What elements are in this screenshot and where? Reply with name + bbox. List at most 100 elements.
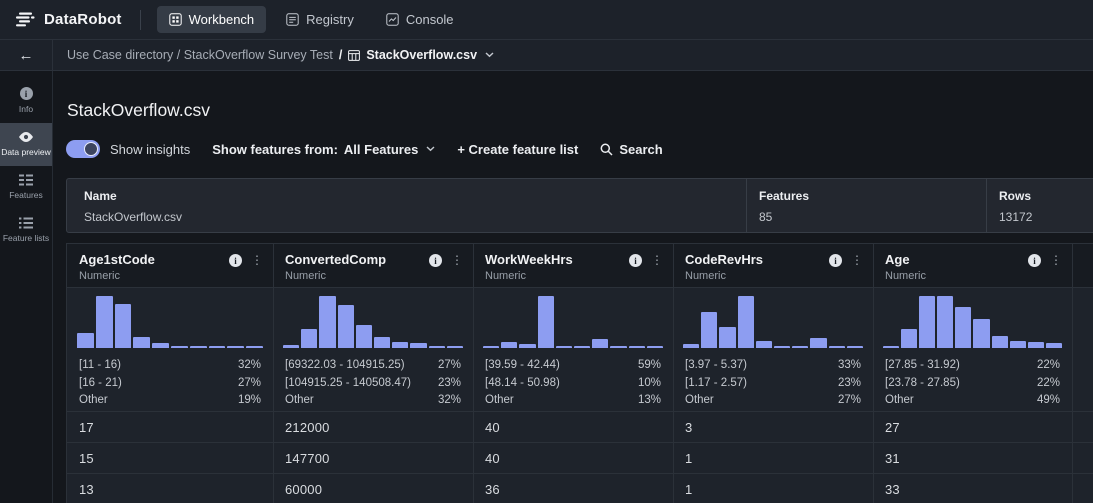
kebab-menu-icon[interactable]: ⋮: [251, 254, 263, 267]
breadcrumb-current-dataset[interactable]: StackOverflow.csv: [348, 48, 494, 62]
breadcrumb-path[interactable]: Use Case directory / StackOverflow Surve…: [67, 48, 333, 62]
stat-pct: 27%: [238, 377, 261, 389]
data-preview-grid: Age1stCode Numeric i ⋮ ConvertedComp Num…: [66, 243, 1093, 503]
create-feature-list-button[interactable]: + Create feature list: [457, 142, 578, 157]
nav-item-workbench[interactable]: Workbench: [157, 6, 267, 33]
info-icon[interactable]: i: [829, 254, 842, 267]
column-stats: [69322.03 - 104915.25)27% [104915.25 - 1…: [273, 352, 473, 412]
cell: 36: [473, 474, 673, 503]
stat-pct: 33%: [838, 359, 861, 371]
histogram-convertedcomp: [283, 296, 463, 348]
stat-pct: 22%: [1037, 359, 1060, 371]
sidebar-item-features[interactable]: Features: [0, 166, 52, 209]
table-row: 15 147700 40 1 31: [67, 443, 1093, 474]
summary-features-value: 85: [759, 210, 809, 224]
info-icon[interactable]: i: [429, 254, 442, 267]
console-icon: [386, 13, 399, 26]
info-icon[interactable]: i: [1028, 254, 1041, 267]
histogram-age: [883, 296, 1062, 348]
stats-band: [11 - 16)32% [16 - 21)27% Other19% [6932…: [67, 352, 1093, 412]
show-insights-toggle[interactable]: [66, 140, 100, 158]
sidebar-item-label: Data preview: [1, 147, 51, 157]
back-button[interactable]: ←: [0, 40, 53, 70]
table-row: 17 212000 40 3 27: [67, 412, 1093, 443]
registry-icon: [286, 13, 299, 26]
cell: 17: [67, 412, 273, 443]
stat-range: Other: [79, 394, 108, 406]
search-label: Search: [619, 142, 662, 157]
stat-range: [48.14 - 50.98): [485, 377, 560, 389]
workbench-icon: [169, 13, 182, 26]
nav-item-console[interactable]: Console: [374, 6, 466, 33]
stat-pct: 23%: [838, 377, 861, 389]
sidebar-item-label: Feature lists: [3, 233, 49, 243]
breadcrumb-current-label: StackOverflow.csv: [366, 48, 477, 62]
datarobot-logo[interactable]: DataRobot: [16, 11, 122, 28]
column-type: Numeric: [485, 270, 573, 282]
summary-features: Features 85: [759, 189, 809, 224]
cell: 33: [873, 474, 1072, 503]
stat-pct: 49%: [1037, 394, 1060, 406]
stat-pct: 13%: [638, 394, 661, 406]
column-stats: [39.59 - 42.44) 59% [48.14 - 50.98) 10% Ot…: [473, 352, 673, 412]
summary-rows-label: Rows: [999, 189, 1032, 203]
table-row: 13 60000 36 1 33: [67, 474, 1093, 503]
breadcrumb-bar: ← Use Case directory / StackOverflow Sur…: [0, 40, 1093, 71]
summary-name: Name StackOverflow.csv: [84, 189, 182, 224]
column-divider: [673, 244, 674, 503]
sidebar-item-label: Info: [19, 104, 33, 114]
cell: 60000: [273, 474, 473, 503]
kebab-menu-icon[interactable]: ⋮: [451, 254, 463, 267]
column-header-convertedcomp: ConvertedComp Numeric i ⋮: [273, 244, 473, 288]
nav-item-label: Workbench: [189, 12, 255, 27]
show-insights-group: Show insights: [66, 140, 190, 158]
cell: 1: [673, 474, 873, 503]
stat-pct: 32%: [438, 394, 461, 406]
stat-range: Other: [485, 394, 514, 406]
nav-item-registry[interactable]: Registry: [274, 6, 366, 33]
stat-pct: 59%: [638, 359, 661, 371]
cell: 1: [673, 443, 873, 474]
kebab-menu-icon[interactable]: ⋮: [1050, 254, 1062, 267]
kebab-menu-icon[interactable]: ⋮: [651, 254, 663, 267]
sidebar-item-info[interactable]: i Info: [0, 79, 52, 123]
summary-name-label: Name: [84, 189, 182, 203]
top-nav: DataRobot Workbench Registry Console: [0, 0, 1093, 40]
histogram-age1stcode: [77, 296, 263, 348]
search-button[interactable]: Search: [600, 142, 662, 157]
stat-pct: 22%: [1037, 377, 1060, 389]
column-divider: [1072, 244, 1073, 503]
breadcrumb-separator: /: [339, 48, 342, 62]
features-from-dropdown[interactable]: Show features from: All Features: [212, 142, 435, 157]
stat-pct: 27%: [838, 394, 861, 406]
histogram-band: [67, 288, 1093, 352]
column-stats: [27.85 - 31.92)22% [23.78 - 27.85)22% Ot…: [873, 352, 1072, 412]
info-icon[interactable]: i: [629, 254, 642, 267]
features-from-value: All Features: [344, 142, 418, 157]
stat-range: [39.59 - 42.44): [485, 359, 560, 371]
stat-range: [27.85 - 31.92): [885, 359, 960, 371]
show-insights-label: Show insights: [110, 142, 190, 157]
chevron-down-icon: [485, 52, 494, 58]
cell: 212000: [273, 412, 473, 443]
sidebar-item-data-preview[interactable]: Data preview: [0, 123, 52, 166]
column-type: Numeric: [285, 270, 386, 282]
column-stats: [11 - 16)32% [16 - 21)27% Other19%: [67, 352, 273, 412]
column-name: ConvertedComp: [285, 252, 386, 267]
sidebar-item-feature-lists[interactable]: Feature lists: [0, 209, 52, 252]
summary-divider: [986, 179, 987, 232]
column-divider: [873, 244, 874, 503]
stat-pct: 10%: [638, 377, 661, 389]
summary-rows: Rows 13172: [999, 189, 1032, 224]
column-header-workweekhrs: WorkWeekHrs Numeric i ⋮: [473, 244, 673, 288]
histogram-workweekhrs: [483, 296, 663, 348]
kebab-menu-icon[interactable]: ⋮: [851, 254, 863, 267]
info-icon[interactable]: i: [229, 254, 242, 267]
create-feature-list-label: + Create feature list: [457, 142, 578, 157]
feature-lists-icon: [19, 217, 33, 229]
features-icon: [19, 174, 33, 186]
cell: 3: [673, 412, 873, 443]
stat-range: [16 - 21): [79, 377, 122, 389]
stat-range: [11 - 16): [79, 359, 121, 371]
nav-divider: [140, 10, 141, 30]
